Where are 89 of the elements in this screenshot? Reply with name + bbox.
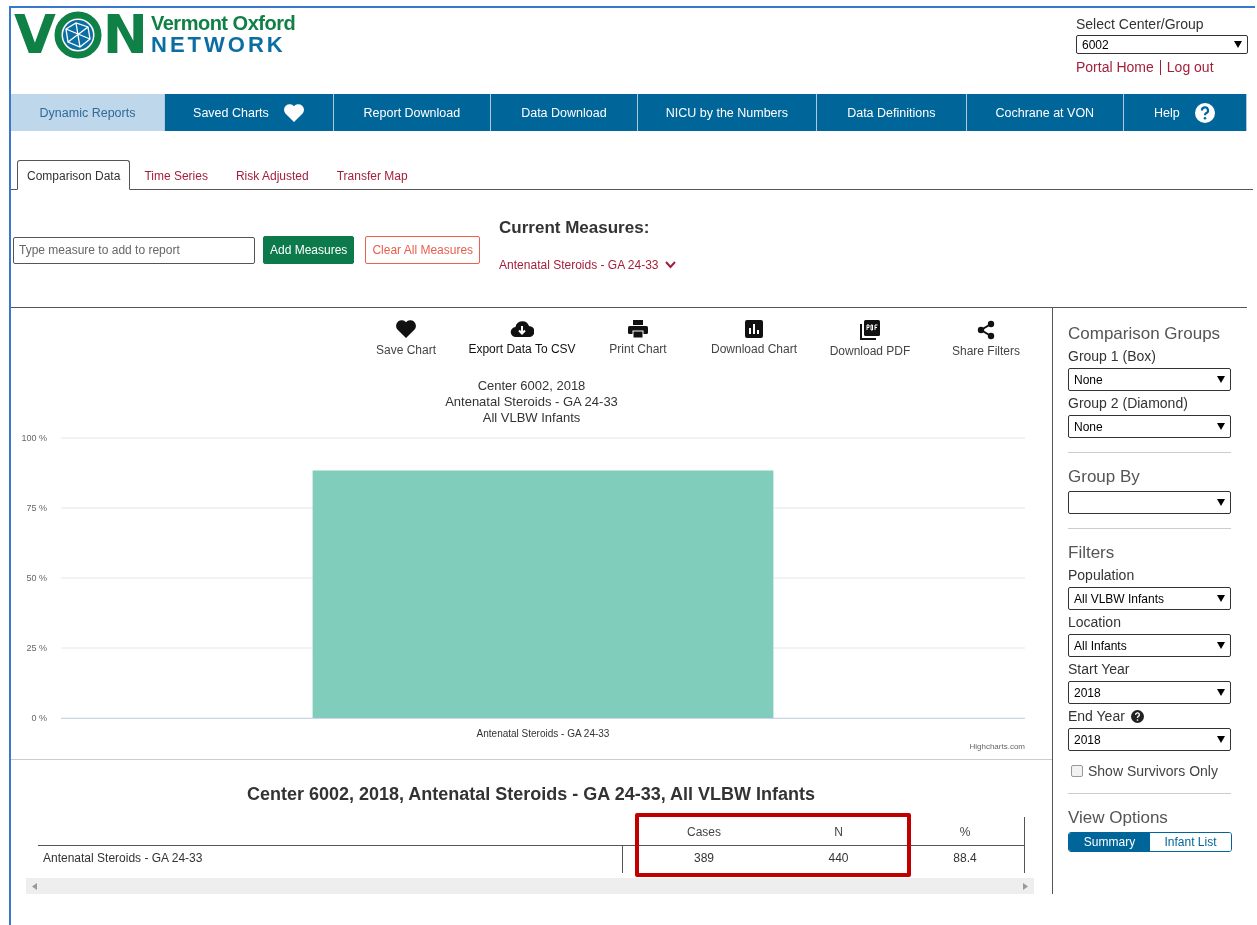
dropdown-arrow-icon bbox=[1217, 423, 1225, 430]
chart-title: Center 6002, 2018 Antenatal Steroids - GA 24-33 All VLBW Infants bbox=[445, 378, 618, 426]
heart-icon bbox=[395, 320, 417, 339]
field-label: Start Year bbox=[1068, 661, 1130, 677]
table-cell: Antenatal Steroids - GA 24-33 bbox=[38, 846, 623, 873]
help-icon[interactable] bbox=[1130, 709, 1144, 723]
logo-text: Vermont Oxford bbox=[151, 13, 296, 33]
dropdown-arrow-icon bbox=[1217, 736, 1225, 743]
nav-tab[interactable]: Help bbox=[1123, 94, 1247, 131]
heart-icon bbox=[282, 102, 305, 123]
table-cell-text: 389 bbox=[693, 850, 715, 867]
measure-link[interactable]: Antenatal Steroids - GA 24-33 bbox=[499, 258, 659, 272]
toolbar-button[interactable]: Download Chart bbox=[696, 320, 812, 358]
logo-letter: V bbox=[14, 10, 53, 60]
nav-tab[interactable]: Saved Charts bbox=[165, 94, 334, 131]
logo-text: NETWORK bbox=[151, 33, 287, 57]
field-label: Group 1 (Box) bbox=[1068, 348, 1156, 364]
sidebar-heading: View Options bbox=[1068, 808, 1169, 828]
dropdown-field[interactable]: All VLBW Infants bbox=[1068, 587, 1231, 610]
dropdown-field[interactable]: None bbox=[1068, 415, 1231, 438]
field-label: End Year bbox=[1068, 708, 1125, 724]
dropdown-field[interactable]: 2018 bbox=[1068, 681, 1231, 704]
view-toggle-button[interactable]: Summary bbox=[1069, 833, 1150, 851]
printer-icon bbox=[628, 320, 648, 338]
toolbar-button[interactable]: Save Chart bbox=[348, 320, 464, 358]
report-tab[interactable]: Comparison Data bbox=[17, 160, 131, 190]
cloud-download-icon bbox=[510, 320, 534, 338]
chevron-down-icon[interactable] bbox=[664, 261, 676, 269]
scroll-left-icon[interactable] bbox=[32, 882, 37, 890]
nav-tab[interactable]: Data Definitions bbox=[816, 94, 967, 131]
dropdown-arrow-icon bbox=[1217, 595, 1225, 602]
help-icon bbox=[1193, 101, 1216, 124]
field-label: Location bbox=[1068, 614, 1121, 630]
dropdown-arrow-icon bbox=[1217, 689, 1225, 696]
header-link[interactable]: Portal Home bbox=[1076, 59, 1154, 75]
column-header: Cases bbox=[637, 817, 771, 846]
logo-letter: N bbox=[102, 10, 145, 60]
checkbox-label[interactable]: Show Survivors Only bbox=[1088, 763, 1218, 779]
dropdown-arrow-icon bbox=[1217, 642, 1225, 649]
nav-tab[interactable]: Report Download bbox=[333, 94, 491, 131]
dropdown-field[interactable]: None bbox=[1068, 368, 1231, 391]
dropdown-arrow-icon bbox=[1217, 499, 1225, 506]
field-label: Population bbox=[1068, 567, 1135, 583]
field-label: Group 2 (Diamond) bbox=[1068, 395, 1188, 411]
measure-search-field[interactable]: Type measure to add to report bbox=[13, 236, 255, 264]
field-label: Select Center/Group bbox=[1076, 16, 1205, 32]
axis-tick-label: 75 % bbox=[26, 503, 47, 513]
header-link[interactable]: Log out bbox=[1166, 59, 1214, 75]
globe-logo-icon bbox=[53, 11, 102, 59]
add-measures-button[interactable]: Add Measures bbox=[263, 236, 355, 264]
dropdown-field[interactable]: 2018 bbox=[1068, 728, 1231, 751]
sidebar-heading: Group By bbox=[1068, 467, 1141, 487]
sidebar-heading: Comparison Groups bbox=[1068, 324, 1222, 344]
nav-tab[interactable]: Dynamic Reports bbox=[11, 94, 165, 131]
share-icon bbox=[976, 320, 996, 340]
axis-tick-label: 100 % bbox=[21, 433, 47, 443]
axis-tick-label: 50 % bbox=[26, 573, 47, 583]
report-tab[interactable]: Transfer Map bbox=[322, 169, 422, 189]
chart-credits[interactable]: Highcharts.com bbox=[969, 742, 1025, 751]
dropdown-arrow-icon bbox=[1234, 41, 1242, 48]
toolbar-button[interactable]: Share Filters bbox=[928, 320, 1044, 358]
sidebar-heading: Filters bbox=[1068, 543, 1116, 563]
dropdown-arrow-icon bbox=[1217, 376, 1225, 383]
table-cell: 88.4 bbox=[906, 846, 1025, 873]
horizontal-scrollbar[interactable] bbox=[26, 878, 1034, 894]
axis-tick-label: 25 % bbox=[26, 643, 47, 653]
pdf-file-icon bbox=[860, 320, 880, 340]
axis-category-label: Antenatal Steroids - GA 24-33 bbox=[476, 728, 610, 739]
dropdown-field[interactable] bbox=[1068, 491, 1231, 514]
toolbar-button[interactable]: Print Chart bbox=[580, 320, 696, 358]
axis-tick-label: 0 % bbox=[31, 713, 47, 723]
toolbar-button[interactable]: Export Data To CSV bbox=[464, 320, 580, 358]
clear-measures-button[interactable]: Clear All Measures bbox=[365, 236, 481, 264]
dropdown-field[interactable]: All Infants bbox=[1068, 634, 1231, 657]
toolbar-button[interactable]: Download PDF bbox=[812, 320, 928, 358]
section-heading: Current Measures: bbox=[499, 218, 651, 238]
center-dropdown[interactable]: 6002 bbox=[1076, 35, 1248, 54]
column-header: % bbox=[906, 817, 1025, 846]
table-title: Center 6002, 2018, Antenatal Steroids - GA 24-33, All VLBW Infants bbox=[245, 784, 817, 805]
report-tab[interactable]: Time Series bbox=[130, 169, 222, 189]
report-tab[interactable]: Risk Adjusted bbox=[221, 169, 323, 189]
column-header: N bbox=[771, 817, 906, 846]
scroll-right-icon[interactable] bbox=[1023, 882, 1028, 890]
table-cell-text: 440 bbox=[827, 850, 850, 867]
checkbox[interactable] bbox=[1071, 765, 1083, 777]
nav-tab[interactable]: Cochrane at VON bbox=[966, 94, 1124, 131]
nav-tab[interactable]: Data Download bbox=[490, 94, 638, 131]
nav-tab[interactable]: NICU by the Numbers bbox=[637, 94, 817, 131]
bar-chart-icon bbox=[745, 320, 763, 338]
